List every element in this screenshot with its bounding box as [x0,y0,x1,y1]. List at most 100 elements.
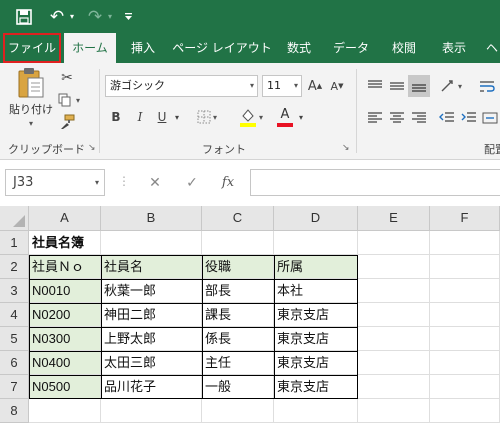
align-bottom-icon[interactable] [408,75,430,97]
tab-file[interactable]: ファイル [3,33,61,63]
fill-color-button[interactable]: ▾ [236,105,266,129]
name-box[interactable]: J33 ▾ [5,169,105,196]
cell[interactable] [358,279,430,303]
table-cell[interactable]: 秋葉一郎 [101,279,202,303]
table-cell-id[interactable]: N0010 [29,279,101,303]
underline-button[interactable]: U [154,107,170,127]
table-cell[interactable]: 本社 [274,279,358,303]
row-header-1[interactable]: 1 [0,231,29,255]
column-header-a[interactable]: A [29,206,101,231]
row-header-3[interactable]: 3 [0,279,29,303]
font-launcher-icon[interactable]: ↘ [342,143,350,153]
table-cell[interactable]: 東京支店 [274,303,358,327]
paste-button[interactable]: 貼り付け ▾ [8,67,54,137]
font-size-select[interactable]: 11 ▾ [262,75,302,97]
table-cell[interactable]: 東京支店 [274,375,358,399]
cell[interactable] [358,351,430,375]
column-header-d[interactable]: D [274,206,358,231]
tab-home[interactable]: ホーム [64,33,116,63]
wrap-text-icon[interactable] [476,75,498,97]
table-cell[interactable]: 東京支店 [274,351,358,375]
orientation-icon[interactable]: ▾ [436,75,466,97]
table-cell[interactable]: 課長 [202,303,274,327]
redo-dropdown-icon[interactable]: ▾ [106,0,114,33]
table-cell[interactable]: 上野太郎 [101,327,202,351]
tab-view[interactable]: 表示 [432,33,476,63]
copy-icon[interactable]: ▾ [56,91,82,109]
tab-review[interactable]: 校閲 [382,33,426,63]
table-cell[interactable]: 係長 [202,327,274,351]
bold-button[interactable]: B [108,107,124,127]
table-cell[interactable]: 部長 [202,279,274,303]
cell[interactable] [358,255,430,279]
cell[interactable] [202,231,274,255]
cell[interactable] [101,399,202,423]
align-center-icon[interactable] [386,107,408,129]
cell[interactable] [358,231,430,255]
confirm-entry-icon[interactable]: ✓ [179,169,205,196]
save-icon[interactable] [14,0,34,33]
formula-input[interactable] [250,169,500,196]
name-box-dropdown-icon[interactable]: ▾ [95,170,99,195]
align-middle-icon[interactable] [386,75,408,97]
table-cell-id[interactable]: N0500 [29,375,101,399]
underline-dropdown-icon[interactable]: ▾ [172,107,182,127]
align-top-icon[interactable] [364,75,386,97]
cell[interactable] [430,399,500,423]
tab-data[interactable]: データ [326,33,376,63]
row-header-6[interactable]: 6 [0,351,29,375]
customize-qat-icon[interactable] [123,0,133,33]
table-cell[interactable]: 主任 [202,351,274,375]
decrease-indent-icon[interactable] [436,107,458,129]
tab-help-partial[interactable]: ヘ [484,33,500,63]
column-header-f[interactable]: F [430,206,500,231]
cell[interactable] [358,399,430,423]
table-cell[interactable]: 品川花子 [101,375,202,399]
borders-button[interactable]: ▾ [192,107,222,127]
cell[interactable] [29,399,101,423]
cell[interactable] [202,399,274,423]
table-cell[interactable]: 一般 [202,375,274,399]
column-header-c[interactable]: C [202,206,274,231]
italic-button[interactable]: I [132,107,148,127]
cell[interactable] [274,231,358,255]
column-header-b[interactable]: B [101,206,202,231]
redo-icon[interactable]: ↷ [86,0,104,33]
grow-font-button[interactable]: A ▲ [306,75,324,97]
row-header-8[interactable]: 8 [0,399,29,423]
cell[interactable] [358,327,430,351]
tab-insert[interactable]: 挿入 [121,33,165,63]
row-header-5[interactable]: 5 [0,327,29,351]
row-header-2[interactable]: 2 [0,255,29,279]
row-header-7[interactable]: 7 [0,375,29,399]
select-all-corner[interactable] [0,206,29,231]
font-color-dropdown-icon[interactable]: ▾ [296,107,306,127]
table-cell-id[interactable]: N0200 [29,303,101,327]
cell[interactable] [358,375,430,399]
cell[interactable] [430,279,500,303]
undo-icon[interactable]: ↶ [48,0,66,33]
cancel-entry-icon[interactable]: ✕ [142,169,168,196]
clipboard-launcher-icon[interactable]: ↘ [88,143,96,153]
table-cell[interactable]: 神田二郎 [101,303,202,327]
font-name-select[interactable]: 游ゴシック ▾ [105,75,258,97]
cell[interactable] [101,231,202,255]
cell[interactable] [430,327,500,351]
cell[interactable] [430,375,500,399]
worksheet-grid[interactable]: A B C D E F 1 2 3 4 5 6 7 8 社員名簿 社員Ｎｏ 社員… [0,206,500,433]
formula-bar-grip-icon[interactable]: ⋮ [118,174,130,188]
align-right-icon[interactable] [408,107,430,129]
table-cell-id[interactable]: N0300 [29,327,101,351]
cell[interactable] [430,303,500,327]
cell[interactable] [358,303,430,327]
table-cell-id[interactable]: N0400 [29,351,101,375]
cell[interactable] [430,231,500,255]
cell[interactable] [274,399,358,423]
cell[interactable] [430,255,500,279]
table-header-cell[interactable]: 所属 [274,255,358,279]
shrink-font-button[interactable]: A ▼ [328,75,346,97]
insert-function-button[interactable]: fx [215,169,241,196]
table-cell[interactable]: 東京支店 [274,327,358,351]
paste-dropdown-icon[interactable]: ▾ [29,119,33,128]
cell-a1-title[interactable]: 社員名簿 [29,231,101,255]
